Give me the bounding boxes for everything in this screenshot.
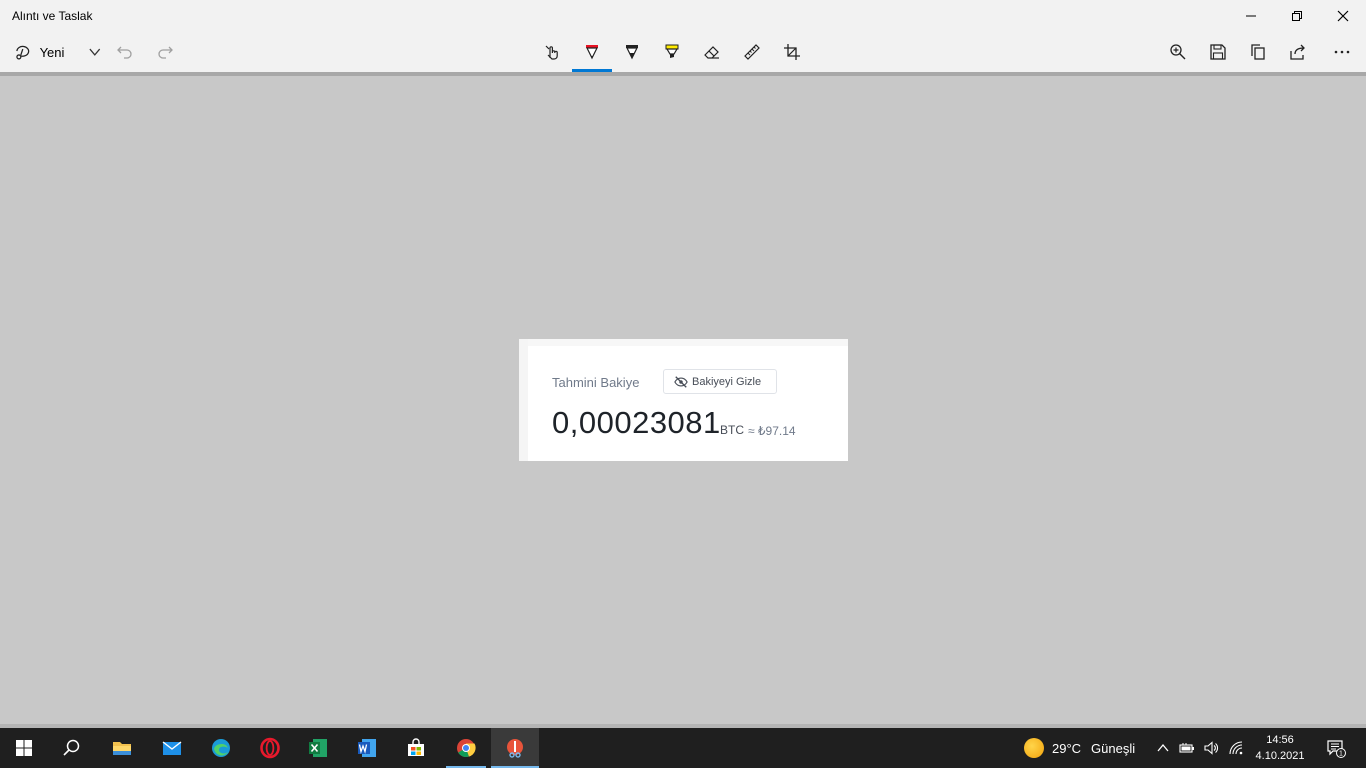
new-snip-label: Yeni bbox=[39, 44, 65, 60]
zoom-button[interactable] bbox=[1158, 32, 1198, 72]
more-icon bbox=[1334, 50, 1350, 54]
close-button[interactable] bbox=[1320, 0, 1366, 32]
chevron-down-icon[interactable] bbox=[86, 43, 104, 61]
taskbar-word[interactable] bbox=[343, 728, 391, 768]
restore-button[interactable] bbox=[1274, 0, 1320, 32]
excel-icon bbox=[309, 739, 327, 757]
toolbar: Yeni bbox=[0, 32, 1366, 72]
snip-image-top-edge bbox=[528, 339, 848, 346]
hide-balance-label: Bakiyeyi Gizle bbox=[692, 375, 762, 388]
balance-unit: BTC bbox=[720, 423, 744, 437]
ballpoint-pen-icon bbox=[586, 45, 598, 60]
action-center-button[interactable]: 1 bbox=[1316, 728, 1356, 768]
ballpoint-pen-button[interactable] bbox=[572, 32, 612, 72]
ruler-button[interactable] bbox=[732, 32, 772, 72]
store-icon bbox=[408, 738, 424, 756]
redo-button[interactable] bbox=[150, 32, 180, 72]
taskbar-store[interactable] bbox=[392, 728, 440, 768]
zoom-icon bbox=[1170, 44, 1186, 60]
crop-icon bbox=[784, 44, 800, 60]
minimize-icon bbox=[1246, 15, 1256, 17]
mail-icon bbox=[162, 741, 182, 755]
weather-description: Güneşli bbox=[1091, 740, 1136, 756]
restore-icon bbox=[1292, 11, 1302, 21]
eraser-icon bbox=[704, 46, 719, 59]
volume-button[interactable] bbox=[1199, 728, 1223, 768]
taskbar-edge[interactable] bbox=[197, 728, 245, 768]
highlighter-button[interactable] bbox=[652, 32, 692, 72]
snip-new-icon bbox=[16, 45, 30, 60]
toolbar-divider bbox=[0, 72, 1366, 76]
close-icon bbox=[1337, 10, 1349, 22]
notification-icon: 1 bbox=[1327, 740, 1346, 758]
ruler-icon bbox=[744, 44, 760, 60]
share-button[interactable] bbox=[1278, 32, 1318, 72]
file-explorer-icon bbox=[113, 742, 131, 755]
estimated-balance-label: Tahmini Bakiye bbox=[552, 375, 640, 390]
touch-writing-icon bbox=[545, 45, 558, 60]
share-icon bbox=[1290, 44, 1305, 60]
volume-icon bbox=[1204, 741, 1218, 755]
eraser-button[interactable] bbox=[692, 32, 732, 72]
title-bar: Alıntı ve Taslak bbox=[0, 0, 1366, 32]
balance-value: 0,00023081 bbox=[552, 405, 721, 440]
opera-icon bbox=[260, 737, 280, 759]
taskbar: 29°C Güneşli 14:56 4.10.2021 1 bbox=[0, 728, 1366, 768]
battery-button[interactable] bbox=[1175, 728, 1199, 768]
clock-date: 4.10.2021 bbox=[1255, 750, 1305, 762]
undo-icon bbox=[117, 46, 132, 59]
snip-image bbox=[519, 339, 848, 461]
search-button[interactable] bbox=[48, 728, 96, 768]
undo-button[interactable] bbox=[110, 32, 140, 72]
hide-balance-button: Bakiyeyi Gizle bbox=[663, 369, 777, 394]
weather-temperature: 29°C bbox=[1052, 740, 1082, 756]
eye-slash-icon bbox=[674, 375, 688, 388]
show-hidden-icons-button[interactable] bbox=[1151, 728, 1175, 768]
clock-time: 14:56 bbox=[1266, 734, 1294, 746]
wifi-icon bbox=[1229, 741, 1243, 755]
balance-approx-fiat: ≈ ₺97.14 bbox=[748, 424, 796, 438]
taskbar-file-explorer[interactable] bbox=[98, 728, 146, 768]
new-snip-button[interactable]: Yeni bbox=[8, 32, 104, 72]
copy-icon bbox=[1251, 44, 1265, 60]
highlighter-icon bbox=[665, 44, 679, 58]
snip-sketch-icon bbox=[507, 739, 523, 758]
minimize-button[interactable] bbox=[1228, 0, 1274, 32]
copy-button[interactable] bbox=[1238, 32, 1278, 72]
taskbar-snip-sketch[interactable] bbox=[491, 728, 539, 768]
word-icon bbox=[358, 739, 376, 757]
crop-button[interactable] bbox=[772, 32, 812, 72]
weather-widget[interactable]: 29°C Güneşli bbox=[1024, 728, 1135, 768]
redo-icon bbox=[158, 46, 173, 59]
sun-icon bbox=[1024, 738, 1044, 758]
search-icon bbox=[63, 739, 80, 756]
save-button[interactable] bbox=[1198, 32, 1238, 72]
start-button[interactable] bbox=[0, 728, 48, 768]
pencil-icon bbox=[626, 45, 638, 60]
pencil-button[interactable] bbox=[612, 32, 652, 72]
network-button[interactable] bbox=[1224, 728, 1248, 768]
taskbar-mail[interactable] bbox=[148, 728, 196, 768]
clock[interactable]: 14:56 4.10.2021 bbox=[1252, 732, 1308, 764]
taskbar-chrome[interactable] bbox=[442, 728, 490, 768]
chevron-up-icon bbox=[1157, 743, 1169, 752]
snip-image-edge bbox=[519, 339, 528, 461]
battery-icon bbox=[1179, 743, 1194, 753]
more-options-button[interactable] bbox=[1322, 32, 1362, 72]
window-title: Alıntı ve Taslak bbox=[12, 9, 93, 23]
taskbar-excel[interactable] bbox=[294, 728, 342, 768]
start-icon bbox=[16, 740, 32, 756]
save-icon bbox=[1210, 44, 1226, 60]
edge-icon bbox=[212, 739, 230, 757]
notification-count: 1 bbox=[1339, 751, 1343, 758]
chrome-icon bbox=[457, 739, 476, 758]
taskbar-opera[interactable] bbox=[246, 728, 294, 768]
touch-writing-button[interactable] bbox=[532, 32, 572, 72]
